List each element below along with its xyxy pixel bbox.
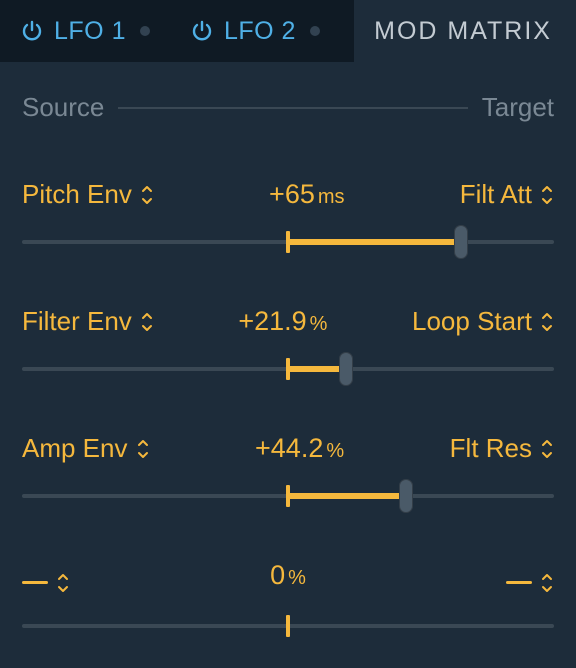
slider-fill [288, 366, 346, 372]
tab-bar: LFO 1 LFO 2 MOD MATRIX [0, 0, 576, 62]
mod-value[interactable]: +21.9% [154, 306, 412, 337]
slider-center-tick [286, 485, 290, 507]
source-dropdown[interactable]: Amp Env [22, 433, 150, 464]
target-label: Flt Res [450, 433, 532, 464]
slider-thumb[interactable] [339, 352, 353, 386]
slider-thumb[interactable] [454, 225, 468, 259]
empty-dash-icon [22, 581, 48, 584]
mod-matrix-rows: Pitch Env+65msFilt AttFilter Env+21.9%Lo… [0, 133, 576, 644]
updown-icon [540, 184, 554, 206]
mod-value-number: +44.2 [255, 433, 323, 463]
header-divider-line [118, 107, 467, 109]
mod-row-top: 0% [22, 560, 554, 594]
power-icon[interactable] [20, 19, 44, 43]
mod-value[interactable]: 0% [70, 560, 506, 591]
target-dropdown[interactable] [506, 572, 554, 594]
mod-row: 0% [22, 514, 554, 644]
target-dropdown[interactable]: Filt Att [460, 179, 554, 210]
mod-value-unit: % [288, 567, 306, 589]
tab-lfo-1-label: LFO 1 [54, 17, 126, 46]
slider-fill [288, 493, 406, 499]
source-label: Filter Env [22, 306, 132, 337]
source-target-header: Source Target [0, 62, 576, 133]
mod-value-number: 0 [270, 560, 285, 590]
updown-icon [540, 311, 554, 333]
target-label: Loop Start [412, 306, 532, 337]
mod-amount-slider[interactable] [22, 608, 554, 644]
mod-value-unit: % [326, 440, 344, 462]
slider-center-tick [286, 231, 290, 253]
tab-lfo-2-label: LFO 2 [224, 17, 296, 46]
target-dropdown[interactable]: Flt Res [450, 433, 554, 464]
mod-row: Amp Env+44.2%Flt Res [22, 387, 554, 514]
mod-row-top: Filter Env+21.9%Loop Start [22, 306, 554, 337]
mod-value-unit: ms [318, 186, 345, 208]
updown-icon [140, 184, 154, 206]
mod-value-unit: % [310, 313, 328, 335]
tab-indicator-dot [140, 26, 150, 36]
target-label: Filt Att [460, 179, 532, 210]
updown-icon [140, 311, 154, 333]
target-heading: Target [482, 92, 554, 123]
source-dropdown[interactable]: Filter Env [22, 306, 154, 337]
mod-value-number: +21.9 [238, 306, 306, 336]
mod-amount-slider[interactable] [22, 478, 554, 514]
mod-value-number: +65 [269, 179, 315, 209]
power-icon[interactable] [190, 19, 214, 43]
mod-row-top: Amp Env+44.2%Flt Res [22, 433, 554, 464]
tab-mod-matrix-label: MOD MATRIX [374, 17, 552, 46]
mod-amount-slider[interactable] [22, 351, 554, 387]
source-dropdown[interactable]: Pitch Env [22, 179, 154, 210]
slider-center-tick [286, 358, 290, 380]
updown-icon [540, 438, 554, 460]
source-heading: Source [22, 92, 104, 123]
updown-icon [540, 572, 554, 594]
slider-thumb[interactable] [399, 479, 413, 513]
source-label: Amp Env [22, 433, 128, 464]
updown-icon [56, 572, 70, 594]
mod-row-top: Pitch Env+65msFilt Att [22, 179, 554, 210]
mod-row: Filter Env+21.9%Loop Start [22, 260, 554, 387]
source-label: Pitch Env [22, 179, 132, 210]
empty-dash-icon [506, 581, 532, 584]
mod-value[interactable]: +44.2% [150, 433, 450, 464]
tab-lfo-2[interactable]: LFO 2 [170, 0, 340, 62]
tab-lfo-1[interactable]: LFO 1 [0, 0, 170, 62]
mod-amount-slider[interactable] [22, 224, 554, 260]
tab-indicator-dot [310, 26, 320, 36]
mod-row: Pitch Env+65msFilt Att [22, 133, 554, 260]
updown-icon [136, 438, 150, 460]
slider-center-tick [286, 615, 290, 637]
mod-value[interactable]: +65ms [154, 179, 460, 210]
target-dropdown[interactable]: Loop Start [412, 306, 554, 337]
source-dropdown[interactable] [22, 572, 70, 594]
slider-fill [288, 239, 461, 245]
tab-mod-matrix[interactable]: MOD MATRIX [354, 0, 576, 62]
